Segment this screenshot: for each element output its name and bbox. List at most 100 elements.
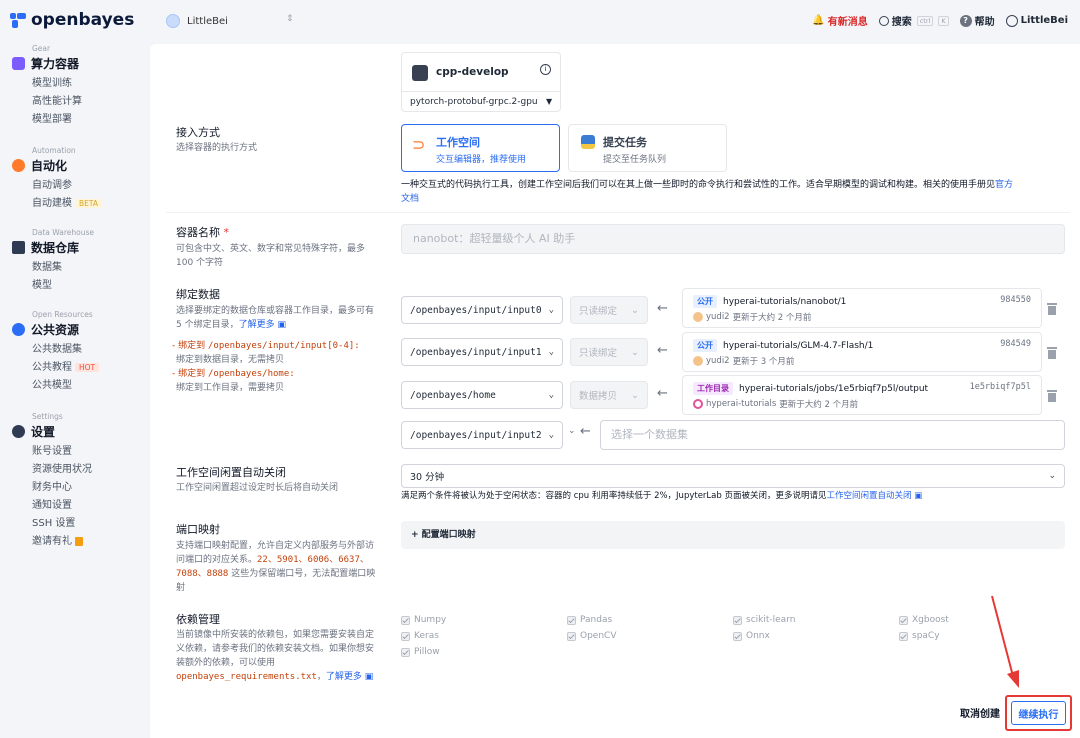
rule2-desc: 绑定到工作目录，需要拷贝	[176, 382, 285, 393]
brand-logo[interactable]: openbayes	[10, 10, 134, 30]
package-label: Numpy	[414, 615, 447, 625]
cancel-button[interactable]: 取消创建	[960, 705, 1000, 720]
section-title[interactable]: 公共资源	[31, 321, 79, 338]
idle-doc-link[interactable]: 工作空间闲置自动关闭	[826, 491, 911, 501]
image-icon	[412, 65, 428, 81]
sidebar-item-ssh[interactable]: SSH 设置	[32, 515, 92, 533]
access-task-option[interactable]: 提交任务 提交至任务队列	[568, 124, 727, 172]
package-label: OpenCV	[580, 631, 617, 641]
package-label: Keras	[414, 631, 439, 641]
user-avatar	[693, 356, 703, 366]
doc-icon: ▣	[364, 671, 374, 682]
rule2-path: /openbayes/home:	[207, 368, 295, 379]
sidebar-item-account[interactable]: 账号设置	[32, 443, 92, 461]
trash-icon[interactable]	[1047, 390, 1057, 402]
public-badge: 公开	[693, 295, 717, 308]
info-icon[interactable]: i	[540, 64, 551, 75]
workspace-switcher[interactable]: LittleBei	[166, 14, 228, 28]
container-name-input[interactable]: nanobot：超轻量级个人 AI 助手	[401, 224, 1065, 254]
reserved-ports-2: 7088、8888	[176, 568, 229, 579]
sidebar-item-autotune[interactable]: 自动调参	[32, 177, 102, 195]
sidebar-item-models[interactable]: 模型	[32, 277, 94, 295]
sidebar-item-hpc[interactable]: 高性能计算	[32, 93, 82, 111]
sidebar-item-label: 自动建模	[32, 198, 72, 209]
bell-icon: 🔔	[812, 15, 825, 26]
section-title[interactable]: 算力容器	[31, 55, 79, 72]
bind-mode-value: 只读绑定	[579, 348, 618, 359]
user-menu[interactable]: LittleBei	[1005, 14, 1068, 27]
requirements-file: openbayes_requirements.txt	[176, 671, 317, 682]
search-button[interactable]: 搜索 ctrl K	[878, 13, 949, 28]
bind-path-select[interactable]: /openbayes/input/input1 ⌄	[401, 338, 563, 366]
sidebar-item-automodel[interactable]: 自动建模 BETA	[32, 195, 103, 213]
news-link[interactable]: 🔔 有新消息	[812, 13, 867, 28]
search-label: 搜索	[891, 17, 912, 28]
trash-icon[interactable]	[1047, 347, 1057, 359]
sidebar-item-public-datasets[interactable]: 公共数据集	[32, 341, 99, 359]
idle-timeout-value: 30 分钟	[410, 472, 445, 483]
bind-path-select[interactable]: /openbayes/input/input0 ⌄	[401, 296, 563, 324]
sidebar-item-deploy[interactable]: 模型部署	[32, 111, 82, 129]
learn-more-link[interactable]: 了解更多	[239, 320, 275, 330]
help-button[interactable]: ? 帮助	[959, 13, 995, 28]
image-card[interactable]: cpp-develop i pytorch-protobuf-grpc.2-gp…	[401, 52, 561, 112]
trash-icon[interactable]	[1047, 303, 1057, 315]
dataset-search-input[interactable]: 选择一个数据集	[600, 420, 1065, 450]
idle-timeout-select[interactable]: 30 分钟 ⌄	[401, 464, 1065, 488]
beta-badge: BETA	[75, 199, 103, 208]
sidebar-item-invite[interactable]: 邀请有礼	[32, 533, 92, 551]
continue-button[interactable]: 继续执行	[1011, 701, 1066, 725]
configure-ports-button[interactable]: + 配置端口映射	[401, 521, 1065, 549]
dataset-name: hyperai-tutorials/GLM-4.7-Flash/1	[723, 340, 874, 351]
user-icon	[1005, 14, 1018, 27]
section-title[interactable]: 自动化	[31, 157, 67, 174]
dataset-card[interactable]: 公开 hyperai-tutorials/nanobot/1 984550 yud…	[682, 288, 1042, 328]
sidebar-item-finance[interactable]: 财务中心	[32, 479, 92, 497]
doc-icon: ▣	[914, 491, 923, 501]
section-title[interactable]: 设置	[31, 423, 55, 440]
image-version-select[interactable]: pytorch-protobuf-grpc.2-gpu	[410, 97, 538, 107]
dataset-card[interactable]: 公开 hyperai-tutorials/GLM-4.7-Flash/1 9845…	[682, 332, 1042, 372]
automation-icon	[12, 159, 25, 172]
user-avatar	[693, 399, 703, 409]
sidebar-item-public-models[interactable]: 公共模型	[32, 377, 99, 395]
caret-down-icon[interactable]: ▼	[546, 97, 552, 106]
sidebar-item-training[interactable]: 模型训练	[32, 75, 82, 93]
dataset-updated: 更新于大约 2 个月前	[732, 313, 812, 323]
idle-sub: 工作空间闲置超过设定时长后将自动关闭	[176, 483, 339, 493]
section-label: Gear	[32, 44, 51, 53]
workdir-card[interactable]: 工作目录 hyperai-tutorials/jobs/1e5rbiqf7p5l/…	[682, 375, 1042, 415]
bind-path-select[interactable]: /openbayes/input/input2 ⌄	[401, 421, 563, 449]
sidebar-section-automation: Automation 自动化 自动调参 自动建模 BETA	[12, 146, 103, 213]
docs-link-2[interactable]: 文档	[401, 194, 419, 204]
package-checkbox: scikit-learn	[733, 615, 795, 625]
workspace-option-title: 工作空间	[436, 136, 480, 149]
arrow-left-icon: ←	[580, 424, 591, 439]
workspace-avatar	[166, 14, 180, 28]
chevron-updown-icon[interactable]: ⇕	[286, 14, 294, 24]
deps-learn-more-link[interactable]: 了解更多	[326, 672, 362, 682]
ports-sub: 支持端口映射配置，允许自定义内部服务与外部访 问端口的对应关系。22、5901、…	[176, 540, 398, 596]
docs-link[interactable]: 官方	[995, 180, 1013, 190]
deps-sep: ，	[316, 671, 326, 682]
dataset-user: hyperai-tutorials	[706, 399, 777, 409]
sidebar-item-datasets[interactable]: 数据集	[32, 259, 94, 277]
sidebar-item-usage[interactable]: 资源使用状况	[32, 461, 92, 479]
package-checkbox: Keras	[401, 631, 439, 641]
search-icon	[878, 15, 889, 26]
checkbox-icon	[733, 631, 742, 641]
bind-mode-select: 只读绑定 ⌄	[570, 338, 648, 366]
code-icon: ⊃	[412, 135, 426, 154]
checkbox-icon	[899, 615, 908, 625]
bind-path-select[interactable]: /openbayes/home ⌄	[401, 381, 563, 409]
sidebar-item-notifications[interactable]: 通知设置	[32, 497, 92, 515]
dataset-id: 1e5rbiqf7p5l	[969, 382, 1031, 392]
section-title[interactable]: 数据仓库	[31, 239, 79, 256]
task-option-sub: 提交至任务队列	[603, 155, 667, 165]
gear-icon	[12, 425, 25, 438]
access-workspace-option[interactable]: ⊃ 工作空间 交互编辑器，推荐使用	[401, 124, 560, 172]
sidebar-item-public-tutorials[interactable]: 公共教程 HOT	[32, 359, 100, 377]
required-mark: *	[223, 226, 230, 239]
container-label-text: 容器名称	[176, 226, 220, 239]
kbd-ctrl: ctrl	[916, 15, 934, 26]
